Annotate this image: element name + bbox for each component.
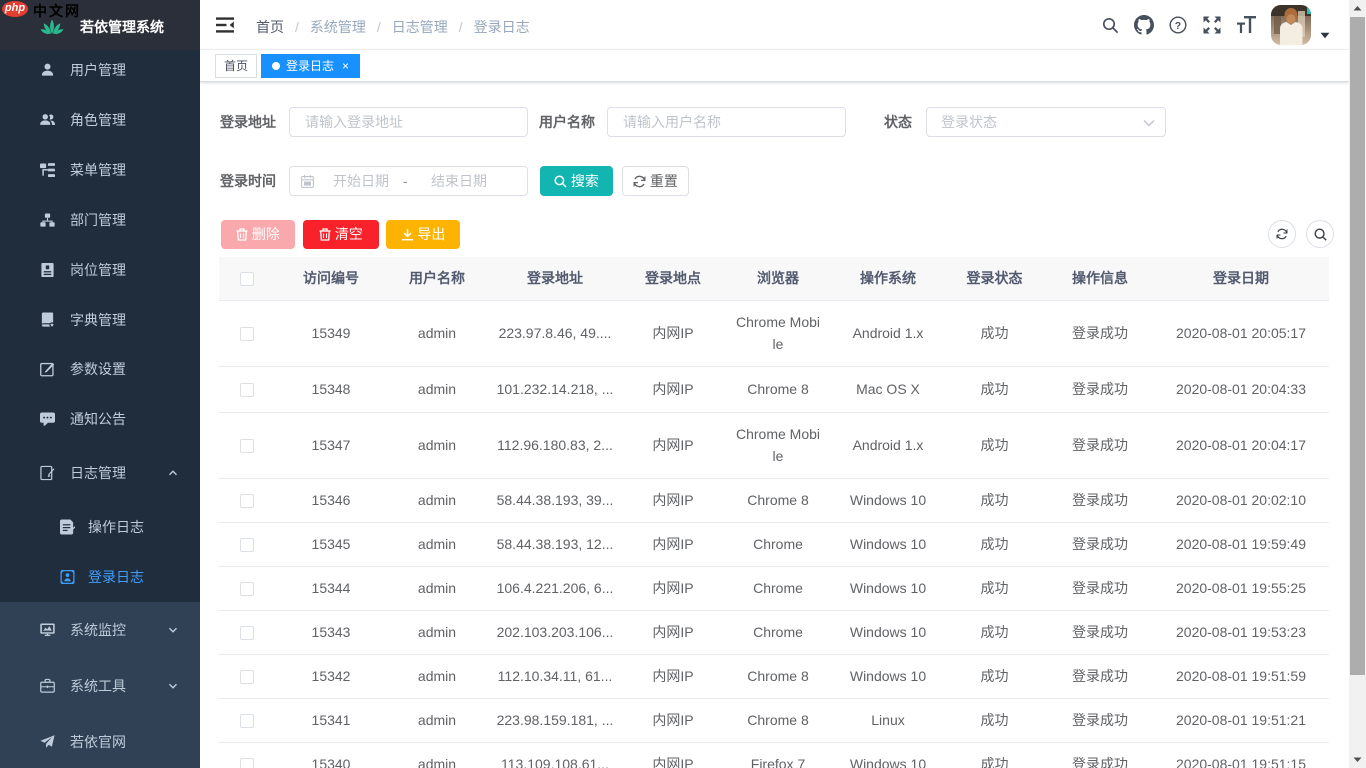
svg-text:?: ? xyxy=(1175,20,1181,32)
